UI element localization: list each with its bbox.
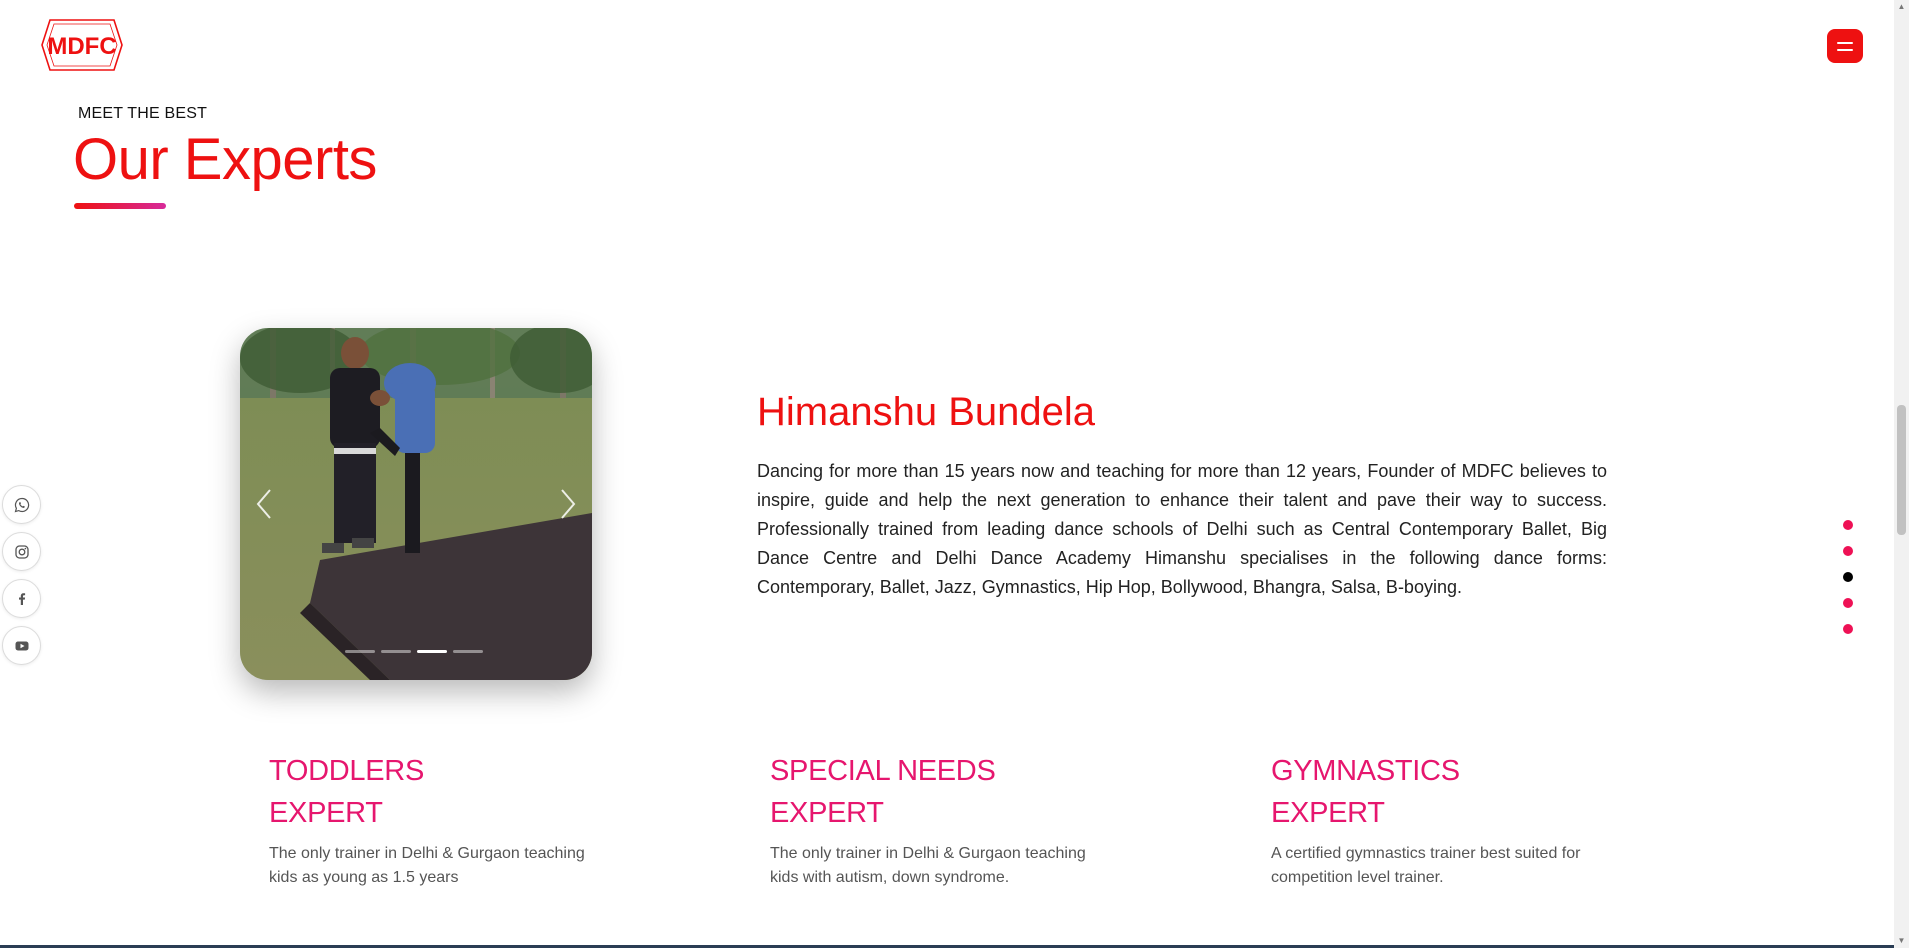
slider-indicator-2[interactable] [381, 650, 411, 653]
pager-dot-3[interactable] [1843, 572, 1853, 582]
whatsapp-link[interactable] [2, 485, 41, 524]
slider-indicator-3[interactable] [417, 650, 447, 653]
social-links [2, 485, 41, 665]
card-title: TODDLERS EXPERT [269, 750, 599, 834]
youtube-link[interactable] [2, 626, 41, 665]
slider-indicator-1[interactable] [345, 650, 375, 653]
card-title: SPECIAL NEEDS EXPERT [770, 750, 1100, 834]
gymnastics-expert-card: GYMNASTICS EXPERT A certified gymnastics… [1271, 750, 1601, 890]
hamburger-icon-line [1837, 48, 1853, 51]
card-title-line1: TODDLERS [269, 755, 424, 787]
facebook-link[interactable] [2, 579, 41, 618]
mdfc-logo[interactable]: MDFC [40, 16, 124, 74]
card-text: The only trainer in Delhi & Gurgaon teac… [269, 845, 585, 886]
expert-photo [240, 328, 592, 680]
chevron-right-icon [561, 489, 576, 519]
slider-indicator-4[interactable] [453, 650, 483, 653]
card-title-line1: SPECIAL NEEDS [770, 755, 996, 787]
special-needs-expert-card: SPECIAL NEEDS EXPERT The only trainer in… [770, 750, 1100, 890]
chevron-left-icon [256, 489, 271, 519]
card-text: A certified gymnastics trainer best suit… [1271, 845, 1581, 886]
card-title-line1: GYMNASTICS [1271, 755, 1460, 787]
section-eyebrow: MEET THE BEST [78, 105, 208, 122]
card-title-line2: EXPERT [1271, 797, 1385, 829]
title-underline [74, 203, 166, 209]
facebook-icon [18, 592, 25, 605]
scroll-down-arrow-icon[interactable]: ▼ [1897, 936, 1906, 946]
toddlers-expert-card: TODDLERS EXPERT The only trainer in Delh… [269, 750, 599, 890]
instagram-icon [14, 544, 29, 559]
pager-dot-5[interactable] [1843, 624, 1853, 634]
whatsapp-icon [14, 497, 29, 512]
logo-text: MDFC [47, 33, 116, 60]
pager-dot-2[interactable] [1843, 546, 1853, 556]
logo-icon: MDFC [41, 19, 123, 71]
expert-image-slider[interactable] [240, 328, 592, 680]
instagram-link[interactable] [2, 532, 41, 571]
menu-button[interactable] [1827, 29, 1863, 63]
pager-dot-1[interactable] [1843, 520, 1853, 530]
youtube-icon [15, 641, 28, 650]
hamburger-icon [1837, 41, 1853, 44]
expert-bio: Dancing for more than 15 years now and t… [757, 461, 1607, 597]
slider-indicators [345, 650, 483, 653]
card-text: The only trainer in Delhi & Gurgaon teac… [770, 845, 1086, 886]
card-title: GYMNASTICS EXPERT [1271, 750, 1601, 834]
page-title: Our Experts [73, 127, 377, 192]
slider-next-arrow[interactable] [556, 486, 580, 522]
card-title-line2: EXPERT [269, 797, 383, 829]
card-title-line2: EXPERT [770, 797, 884, 829]
section-pager [1843, 520, 1853, 634]
page-scrollbar[interactable]: ▲ ▼ [1894, 0, 1909, 948]
scroll-up-arrow-icon[interactable]: ▲ [1897, 2, 1906, 12]
slider-prev-arrow[interactable] [252, 486, 276, 522]
expert-name: Himanshu Bundela [757, 390, 1095, 434]
pager-dot-4[interactable] [1843, 598, 1853, 608]
scroll-thumb[interactable] [1897, 405, 1906, 535]
